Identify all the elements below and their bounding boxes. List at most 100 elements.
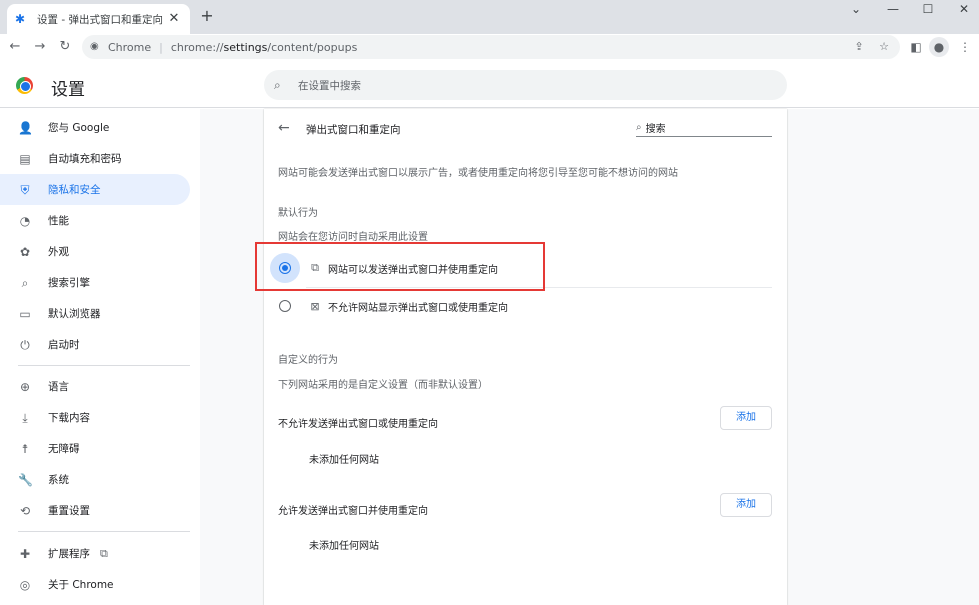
minimize-button[interactable]: — [878,0,908,18]
sidebar-divider [18,531,190,532]
accessibility-icon: ☨ [21,441,29,456]
custom-behavior-title: 自定义的行为 [278,355,338,366]
omnibox-separator: | [159,40,163,54]
tab-strip: ✱ 设置 - 弹出式窗口和重定向 ✕ + ⌄ — ☐ ✕ [0,0,979,34]
subpage-search-input[interactable]: ⌕ 搜索 [636,119,772,137]
menu-kebab-icon[interactable]: ⋮ [955,37,975,57]
blocked-popup-icon: ⊠ [310,299,320,313]
toolbar: ← → ↻ ◉ Chrome | chrome://settings/conte… [0,34,979,60]
sidebar: 👤 您与 Google ▤ 自动填充和密码 ⛨ 隐私和安全 ◔ 性能 ✿ 外观 … [0,109,200,605]
sidebar-item-performance[interactable]: ◔ 性能 [0,205,190,236]
page-description: 网站可能会发送弹出式窗口以展示广告，或者使用重定向将您引导至您可能不想访问的网站 [278,168,678,179]
sidebar-item-reset[interactable]: ⟲ 重置设置 [0,495,190,526]
search-placeholder: 在设置中搜索 [298,79,361,92]
sidebar-item-label: 语言 [48,381,69,393]
sidebar-item-label: 搜索引擎 [48,277,90,289]
search-icon: ⌕ [274,77,281,92]
settings-search-input[interactable]: ⌕ 在设置中搜索 [264,70,787,100]
sidebar-item-label: 无障碍 [48,443,80,455]
sidebar-item-label: 启动时 [48,339,80,351]
maximize-button[interactable]: ☐ [913,0,943,18]
wrench-icon: 🔧 [18,472,33,487]
subpage-heading: 弹出式窗口和重定向 [306,124,401,136]
speedometer-icon: ◔ [19,213,31,228]
power-icon: ⏻ [20,337,30,352]
close-tab-icon[interactable]: ✕ [166,11,182,27]
annotation-highlight-box [255,242,545,291]
new-tab-button[interactable]: + [198,7,216,25]
chrome-site-icon: ◉ [90,41,99,52]
back-icon[interactable]: ← [5,37,25,57]
blocked-sites-empty: 未添加任何网站 [309,455,379,466]
sidebar-item-label: 性能 [48,215,69,227]
sidebar-divider [18,365,190,366]
settings-card: ← 弹出式窗口和重定向 ⌕ 搜索 网站可能会发送弹出式窗口以展示广告，或者使用重… [264,109,787,605]
allowed-sites-empty: 未添加任何网站 [309,541,379,552]
default-behavior-subtitle: 网站会在您访问时自动采用此设置 [278,232,428,243]
radio-button-unselected[interactable] [270,291,300,321]
site-name: Chrome [108,40,152,54]
add-allowed-site-button[interactable]: 添加 [720,493,772,517]
sidebar-item-label: 您与 Google [48,122,110,134]
sidebar-item-label: 自动填充和密码 [48,153,122,165]
tab-settings[interactable]: ✱ 设置 - 弹出式窗口和重定向 ✕ [7,4,190,34]
address-bar[interactable]: ◉ Chrome | chrome://settings/content/pop… [82,35,900,59]
sidebar-item-you-and-google[interactable]: 👤 您与 Google [0,112,190,143]
default-behavior-title: 默认行为 [278,208,318,219]
bookmark-star-icon[interactable]: ☆ [877,40,891,54]
radio-block-popups[interactable]: ⊠ 不允许网站显示弹出式窗口或使用重定向 [264,288,772,324]
sidebar-item-label: 默认浏览器 [48,308,101,320]
settings-header: 设置 ⌕ 在设置中搜索 [0,60,979,108]
sidebar-item-on-startup[interactable]: ⏻ 启动时 [0,329,190,360]
reload-icon[interactable]: ↻ [55,37,75,57]
puzzle-icon: ✚ [19,546,31,561]
sidebar-item-label: 隐私和安全 [48,184,101,196]
palette-icon: ✿ [19,244,31,259]
gear-icon: ✱ [15,12,26,26]
reset-icon: ⟲ [19,503,31,518]
subpage-search-placeholder: 搜索 [645,124,666,135]
tab-title: 设置 - 弹出式窗口和重定向 [37,13,163,26]
sidebar-item-about-chrome[interactable]: ◎ 关于 Chrome [0,569,190,600]
page-title: 设置 [51,80,85,100]
person-icon: 👤 [18,120,33,135]
side-panel-icon[interactable]: ◧ [906,37,926,57]
profile-avatar-icon[interactable]: ● [929,37,949,57]
sidebar-item-label: 系统 [48,474,69,486]
sidebar-item-system[interactable]: 🔧 系统 [0,464,190,495]
sidebar-item-label: 外观 [48,246,69,258]
clipboard-icon: ▤ [19,151,31,166]
custom-behavior-subtitle: 下列网站采用的是自定义设置（而非默认设置） [278,380,488,391]
allowed-sites-title: 允许发送弹出式窗口并使用重定向 [278,506,428,517]
download-icon: ⤓ [22,410,28,425]
sidebar-item-label: 扩展程序 [48,548,90,560]
search-icon: ⌕ [636,122,642,133]
url-text: chrome://settings/content/popups [170,40,358,54]
sidebar-item-appearance[interactable]: ✿ 外观 [0,236,190,267]
sidebar-item-extensions[interactable]: ✚ 扩展程序 ⧉ [0,538,190,569]
sidebar-item-accessibility[interactable]: ☨ 无障碍 [0,433,190,464]
sidebar-item-label: 关于 Chrome [48,579,114,591]
tab-search-button[interactable]: ⌄ [841,0,871,18]
chrome-icon: ◎ [19,577,31,592]
sidebar-item-privacy[interactable]: ⛨ 隐私和安全 [0,174,190,205]
add-blocked-site-button[interactable]: 添加 [720,406,772,430]
forward-icon[interactable]: → [30,37,50,57]
sidebar-item-downloads[interactable]: ⤓ 下载内容 [0,402,190,433]
share-icon[interactable]: ⇪ [852,40,866,54]
shield-icon: ⛨ [20,182,30,197]
sidebar-item-label: 重置设置 [48,505,90,517]
sidebar-item-languages[interactable]: ⊕ 语言 [0,371,190,402]
radio-label: 不允许网站显示弹出式窗口或使用重定向 [328,302,508,314]
blocked-sites-title: 不允许发送弹出式窗口或使用重定向 [278,419,438,430]
sidebar-item-label: 下载内容 [48,412,90,424]
sidebar-item-autofill[interactable]: ▤ 自动填充和密码 [0,143,190,174]
search-icon: ⌕ [21,275,29,290]
back-arrow-icon[interactable]: ← [278,120,290,136]
chrome-logo-icon [16,77,33,94]
sidebar-item-default-browser[interactable]: ▭ 默认浏览器 [0,298,190,329]
open-external-icon: ⧉ [100,546,108,560]
sidebar-item-search-engine[interactable]: ⌕ 搜索引擎 [0,267,190,298]
browser-icon: ▭ [19,306,31,321]
close-window-button[interactable]: ✕ [949,0,979,18]
